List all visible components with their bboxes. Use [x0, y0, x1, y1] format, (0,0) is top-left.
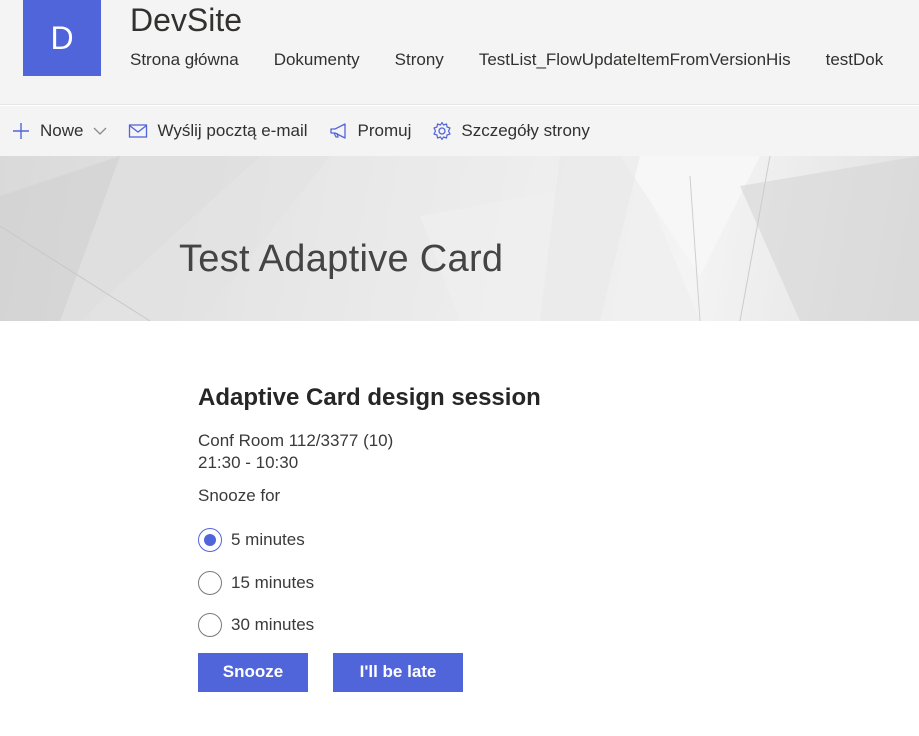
- ill-be-late-button[interactable]: I'll be late: [333, 652, 463, 692]
- promote-button[interactable]: Promuj: [328, 120, 412, 142]
- snooze-option-30[interactable]: 30 minutes: [198, 613, 698, 637]
- chevron-down-icon: [93, 124, 107, 138]
- plus-icon: [10, 120, 32, 142]
- command-bar: Nowe Wyślij pocztą e-mail Promuj Szczegó…: [0, 106, 919, 156]
- card-time: 21:30 - 10:30: [198, 453, 299, 472]
- radio-label: 30 minutes: [231, 615, 315, 634]
- nav-link-home[interactable]: Strona główna: [130, 50, 239, 70]
- site-logo-letter: D: [50, 19, 74, 56]
- site-title[interactable]: DevSite: [130, 2, 242, 39]
- card-actions: Snooze I'll be late: [198, 652, 698, 692]
- snooze-option-5[interactable]: 5 minutes: [198, 528, 698, 552]
- site-navigation: Strona główna Dokumenty Strony TestList_…: [130, 50, 918, 70]
- card-title: Adaptive Card design session: [198, 384, 541, 411]
- radio-label: 5 minutes: [231, 530, 305, 549]
- page-details-label: Szczegóły strony: [461, 121, 590, 140]
- nav-link-documents[interactable]: Dokumenty: [274, 50, 360, 70]
- send-email-label: Wyślij pocztą e-mail: [157, 121, 308, 140]
- new-button[interactable]: Nowe: [10, 120, 107, 142]
- page-banner: Test Adaptive Card: [0, 156, 919, 321]
- nav-link-testlist[interactable]: TestList_FlowUpdateItemFromVersionHis: [479, 50, 791, 70]
- radio-label: 15 minutes: [231, 572, 315, 592]
- site-logo[interactable]: D: [23, 0, 101, 76]
- send-email-button[interactable]: Wyślij pocztą e-mail: [127, 120, 308, 142]
- mail-icon: [127, 120, 149, 142]
- new-button-label: Nowe: [40, 121, 84, 140]
- card-location: Conf Room 112/3377 (10): [198, 431, 394, 450]
- radio-button[interactable]: [198, 613, 222, 637]
- page-title: Test Adaptive Card: [179, 238, 504, 280]
- nav-link-testdok[interactable]: testDok: [826, 50, 884, 70]
- megaphone-icon: [328, 120, 350, 142]
- snooze-options: 5 minutes 15 minutes 30 minutes: [198, 528, 698, 637]
- snooze-option-15[interactable]: 15 minutes: [198, 570, 698, 595]
- gear-icon: [431, 120, 453, 142]
- promote-label: Promuj: [357, 121, 412, 140]
- radio-button-checked[interactable]: [198, 528, 222, 552]
- snooze-label: Snooze for: [198, 486, 281, 505]
- page-details-button[interactable]: Szczegóły strony: [431, 120, 590, 142]
- site-header: D DevSite Strona główna Dokumenty Strony…: [0, 0, 919, 105]
- nav-link-pages[interactable]: Strony: [395, 50, 444, 70]
- radio-button[interactable]: [198, 570, 222, 595]
- adaptive-card: Adaptive Card design session Conf Room 1…: [198, 384, 698, 692]
- snooze-button[interactable]: Snooze: [198, 652, 308, 692]
